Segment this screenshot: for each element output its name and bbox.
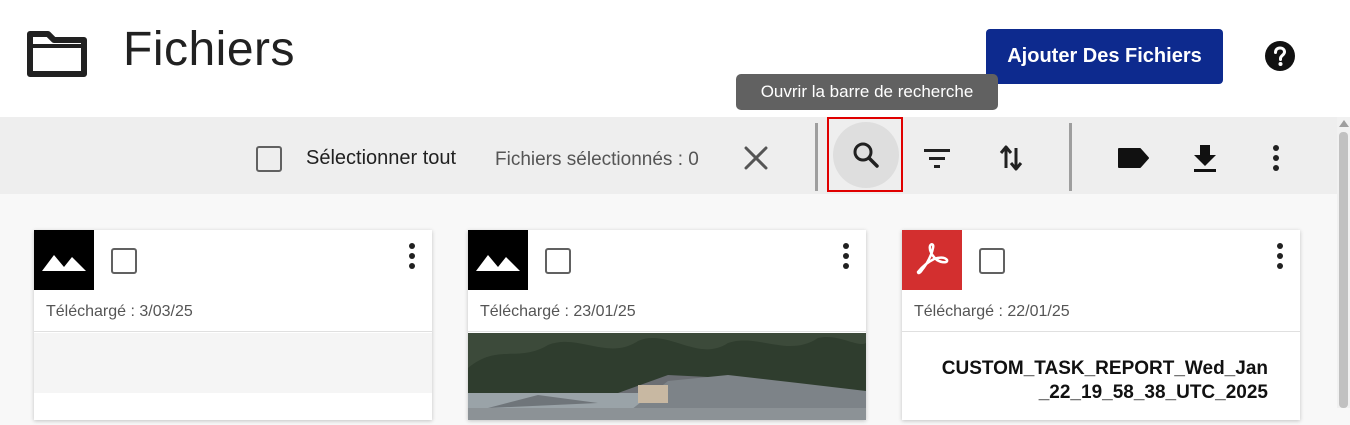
upload-date: Téléchargé : 23/01/25 [480,303,636,320]
toolbar-divider [1069,123,1072,191]
filter-button[interactable] [919,140,955,176]
scrollbar-thumb[interactable] [1339,132,1348,408]
search-tooltip: Ouvrir la barre de recherche [736,74,998,110]
label-icon [1118,148,1149,168]
more-vert-icon[interactable] [402,242,422,270]
card-divider [902,331,1300,332]
sort-button[interactable] [993,140,1029,176]
image-thumbnail [34,230,94,290]
close-icon[interactable] [740,142,772,174]
search-button-highlight [827,117,903,192]
selected-count-text: Fichiers sélectionnés : 0 [495,149,699,170]
page-title: Fichiers [123,23,296,76]
card-divider [34,331,432,332]
file-checkbox[interactable] [545,248,571,274]
select-all-checkbox[interactable] [256,146,282,172]
app-header: Fichiers Ajouter Des Fichiers [0,0,1350,117]
download-button[interactable] [1187,140,1223,176]
more-vert-icon [1273,145,1279,171]
file-checkbox[interactable] [979,248,1005,274]
sort-icon [999,145,1023,171]
download-icon [1194,145,1216,172]
image-icon [42,255,86,271]
image-thumbnail [468,230,528,290]
file-preview-photo [468,333,866,420]
file-card[interactable]: Téléchargé : 23/01/25 [468,230,866,420]
image-icon [476,255,520,271]
file-card[interactable]: Téléchargé : 22/01/25 CUSTOM_TASK_REPORT… [902,230,1300,420]
card-divider [468,331,866,332]
pdf-icon [916,243,949,275]
label-button[interactable] [1115,140,1151,176]
scroll-up-arrow-icon[interactable] [1339,120,1349,127]
help-icon[interactable] [1264,40,1296,72]
add-files-button[interactable]: Ajouter Des Fichiers [986,29,1223,84]
file-name: CUSTOM_TASK_REPORT_Wed_Jan _22_19_58_38_… [941,358,1268,403]
pdf-thumbnail [902,230,962,290]
file-checkbox[interactable] [111,248,137,274]
toolbar-divider [815,123,818,191]
filter-icon [924,149,950,168]
file-preview [34,333,432,420]
more-options-button[interactable] [1258,140,1294,176]
photo-preview [468,333,866,420]
more-vert-icon[interactable] [836,242,856,270]
upload-date: Téléchargé : 3/03/25 [46,303,193,320]
folder-icon [27,31,87,77]
more-vert-icon[interactable] [1270,242,1290,270]
upload-date: Téléchargé : 22/01/25 [914,303,1070,320]
file-card[interactable]: Téléchargé : 3/03/25 [34,230,432,420]
select-all-label[interactable]: Sélectionner tout [306,147,456,170]
